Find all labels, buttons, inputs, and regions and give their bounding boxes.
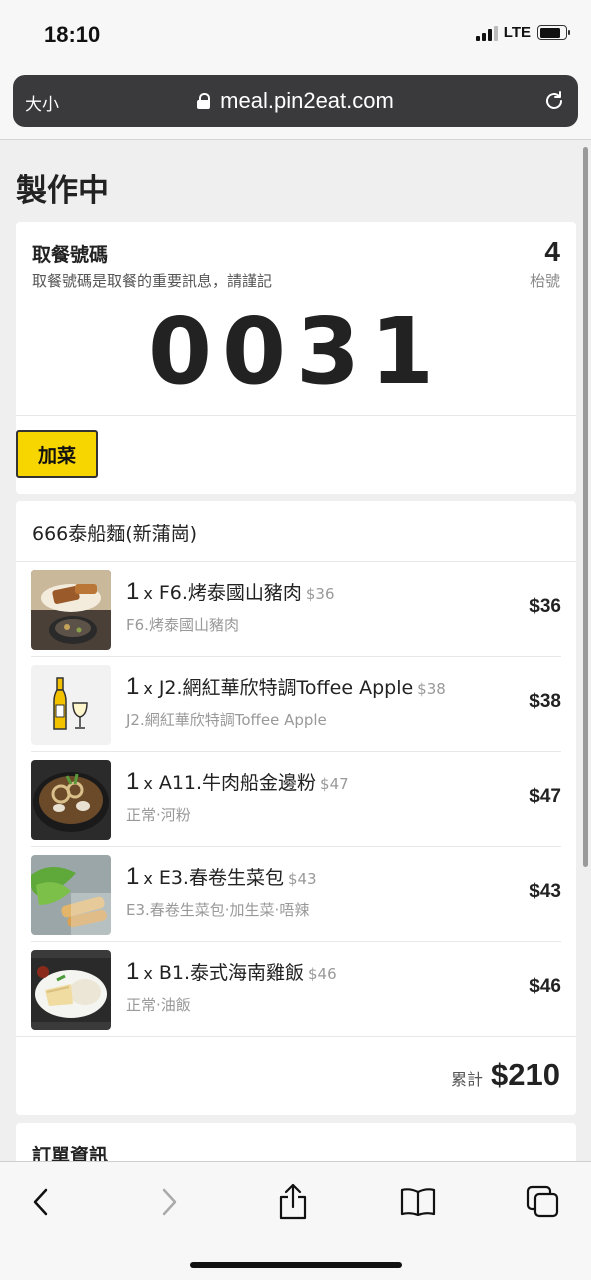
browser-toolbar — [0, 1161, 591, 1280]
total-value: $210 — [491, 1057, 560, 1092]
chicken-rice-thumbnail — [31, 950, 111, 1030]
signal-icon — [475, 25, 498, 41]
item-quantity: 1 — [126, 768, 140, 795]
item-unit-price: $38 — [417, 680, 446, 698]
wine-bottle-thumbnail — [31, 665, 111, 745]
item-times-sign: x — [143, 679, 153, 698]
item-unit-price: $46 — [308, 965, 337, 983]
status-indicators: LTE — [475, 24, 570, 41]
table-label: 枱號 — [529, 272, 560, 290]
share-button[interactable] — [268, 1180, 318, 1224]
item-options: E3.春卷生菜包·加生菜·唔辣 — [126, 901, 310, 919]
item-times-sign: x — [143, 869, 153, 888]
noodle-soup-thumbnail — [31, 760, 111, 840]
item-options: 正常·河粉 — [126, 806, 191, 824]
forward-button[interactable] — [144, 1180, 194, 1224]
order-item: 1 x J2.網紅華欣特調Toffee Apple $38 J2.網紅華欣特調Toff… — [31, 657, 561, 752]
order-item: 1 x A11.牛肉船金邊粉 $47 正常·河粉 $47 — [31, 752, 561, 847]
book-icon — [400, 1188, 436, 1217]
page-content: 製作中 取餐號碼 取餐號碼是取餐的重要訊息，請謹記 4 枱號 0031 加菜 6… — [0, 141, 591, 1161]
item-unit-price: $36 — [305, 585, 335, 603]
item-options: F6.烤泰國山豬肉 — [126, 616, 239, 634]
url-text: meal.pin2eat.com — [220, 88, 394, 113]
grilled-pork-thumbnail — [31, 570, 111, 650]
url-bar[interactable]: 大小 meal.pin2eat.com — [13, 75, 578, 127]
order-total: 累計 $210 — [451, 1057, 560, 1093]
pickup-label: 取餐號碼 — [32, 244, 109, 266]
item-title: 1 x J2.網紅華欣特調Toffee Apple $38 — [126, 673, 446, 701]
order-info-card: 訂單資訊 — [16, 1123, 576, 1161]
battery-icon — [537, 25, 570, 40]
order-info-title: 訂單資訊 — [32, 1145, 109, 1161]
item-price: $47 — [529, 786, 561, 807]
browser-address-area: 大小 meal.pin2eat.com — [0, 70, 591, 140]
order-card: 666泰船麵(新蒲崗) 1xF6.烤泰國山豬肉$36 F6.烤泰國山豬肉 — [16, 501, 576, 1115]
table-number: 4 — [544, 236, 560, 267]
lock-icon — [197, 93, 211, 109]
order-item: 1 x B1.泰式海南雞飯 $46 正常·油飯 $46 — [31, 942, 561, 1037]
item-quantity: 1 — [126, 958, 140, 985]
home-indicator — [190, 1262, 402, 1268]
tabs-button[interactable] — [518, 1180, 568, 1224]
bookmarks-button[interactable] — [393, 1180, 443, 1224]
url-display[interactable]: meal.pin2eat.com — [13, 88, 578, 114]
item-quantity: 1 — [126, 863, 140, 890]
back-button[interactable] — [16, 1180, 66, 1224]
item-price: $46 — [529, 976, 561, 997]
item-name: B1.泰式海南雞飯 — [158, 962, 304, 984]
order-item: 1 x E3.春卷生菜包 $43 E3.春卷生菜包·加生菜·唔辣 $43 — [31, 847, 561, 942]
item-name: A11.牛肉船金邊粉 — [158, 772, 317, 794]
share-icon — [279, 1183, 307, 1220]
item-price: $36 — [529, 596, 561, 617]
chevron-left-icon — [33, 1188, 48, 1216]
item-price: $38 — [529, 691, 561, 712]
pickup-number: 0031 — [147, 298, 445, 405]
item-times-sign: x — [143, 774, 153, 793]
item-title: 1 x E3.春卷生菜包 $43 — [126, 863, 317, 891]
pickup-hint: 取餐號碼是取餐的重要訊息，請謹記 — [32, 272, 273, 290]
item-title: 1 x A11.牛肉船金邊粉 $47 — [126, 768, 349, 796]
item-title: 1 x F6.烤泰國山豬肉 $36 — [126, 578, 335, 606]
scrollbar[interactable] — [583, 147, 588, 867]
item-options: 正常·油飯 — [126, 996, 191, 1014]
order-item: 1 x F6.烤泰國山豬肉 $36 F6.烤泰國山豬肉 $36 — [31, 562, 561, 657]
item-options: J2.網紅華欣特調Toffee Apple — [126, 711, 327, 729]
status-bar: 18:10 LTE — [0, 0, 591, 70]
item-quantity: 1 — [126, 673, 140, 700]
item-times-sign: x — [143, 584, 153, 603]
item-name: J2.網紅華欣特調Toffee Apple — [158, 677, 414, 699]
add-dish-button[interactable]: 加菜 — [16, 430, 98, 478]
divider — [16, 415, 576, 416]
network-label: LTE — [503, 24, 531, 41]
chevron-right-icon — [162, 1188, 177, 1216]
store-name: 666泰船麵(新蒲崗) — [32, 523, 198, 545]
tabs-icon — [526, 1185, 559, 1218]
item-quantity: 1 — [126, 578, 140, 605]
reload-icon[interactable] — [542, 89, 566, 113]
item-title: 1 x B1.泰式海南雞飯 $46 — [126, 958, 337, 986]
item-price: $43 — [529, 881, 561, 902]
page-title: 製作中 — [16, 173, 109, 209]
item-times-sign: x — [143, 964, 153, 983]
status-time: 18:10 — [44, 22, 101, 47]
item-name: E3.春卷生菜包 — [158, 867, 284, 889]
total-label: 累計 — [451, 1070, 484, 1089]
item-unit-price: $43 — [287, 870, 317, 888]
pickup-card: 取餐號碼 取餐號碼是取餐的重要訊息，請謹記 4 枱號 0031 — [16, 222, 576, 494]
spring-rolls-thumbnail — [31, 855, 111, 935]
item-name: F6.烤泰國山豬肉 — [158, 582, 302, 604]
item-unit-price: $47 — [320, 775, 349, 793]
divider — [16, 1036, 576, 1037]
